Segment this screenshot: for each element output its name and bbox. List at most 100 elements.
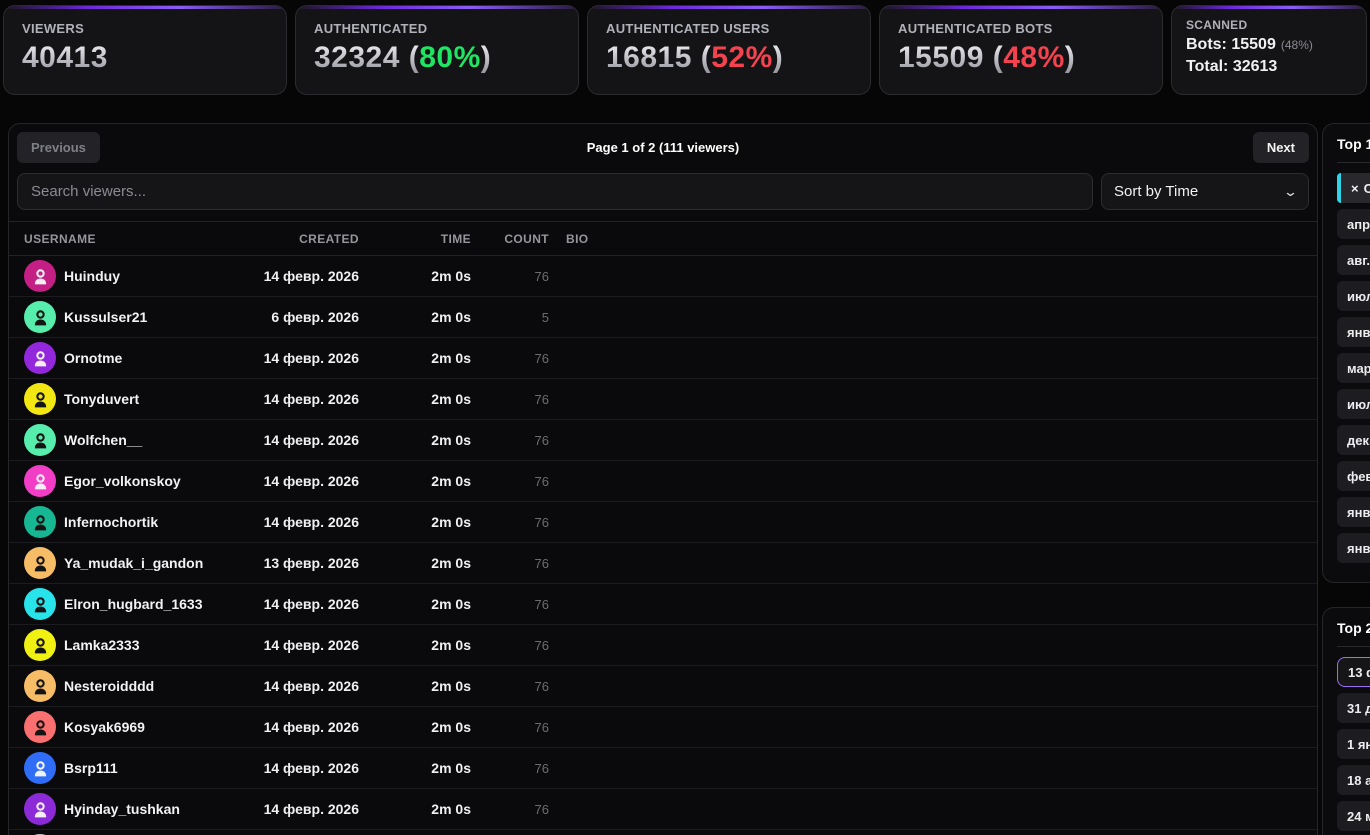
avatar: [24, 342, 56, 374]
time-cell: 2m 0s: [431, 309, 471, 325]
date-filter-item[interactable]: 18 ап: [1337, 765, 1370, 795]
table-row[interactable]: Ya_mudak_i_gandon 13 февр. 2026 2m 0s 76: [9, 543, 1317, 584]
person-icon: [31, 513, 50, 532]
stat-value: 16815 (52%): [606, 41, 852, 75]
table-row[interactable]: Tonyduvert 14 февр. 2026 2m 0s 76: [9, 379, 1317, 420]
username-cell: Lamka2333: [64, 637, 140, 653]
table-row[interactable]: Infernochortik 14 февр. 2026 2m 0s 76: [9, 502, 1317, 543]
stat-label: AUTHENTICATED BOTS: [898, 21, 1053, 36]
search-input[interactable]: [17, 173, 1093, 210]
table-row[interactable]: Elron_hugbard_1633 14 февр. 2026 2m 0s 7…: [9, 584, 1317, 625]
table-row[interactable]: Wolfchen__ 14 февр. 2026 2m 0s 76: [9, 420, 1317, 461]
date-filter-item[interactable]: янв.: [1337, 497, 1370, 527]
column-header-username: USERNAME: [24, 231, 96, 246]
time-cell: 2m 0s: [431, 391, 471, 407]
created-cell: 13 февр. 2026: [263, 555, 359, 571]
table-row[interactable]: [9, 830, 1317, 835]
stat-label: AUTHENTICATED USERS: [606, 21, 770, 36]
username-cell: Elron_hugbard_1633: [64, 596, 203, 612]
stat-label: VIEWERS: [22, 21, 85, 36]
date-filter-item-selected[interactable]: 13 фе: [1337, 657, 1370, 687]
date-filter-item[interactable]: авг. 2: [1337, 245, 1370, 275]
username-cell: Egor_volkonskoy: [64, 473, 181, 489]
table-row[interactable]: Kussulser21 6 февр. 2026 2m 0s 5: [9, 297, 1317, 338]
table-row[interactable]: Egor_volkonskoy 14 февр. 2026 2m 0s 76: [9, 461, 1317, 502]
date-filter-item[interactable]: дек.: [1337, 425, 1370, 455]
next-page-button[interactable]: Next: [1252, 132, 1309, 163]
table-row[interactable]: Bsrp111 14 февр. 2026 2m 0s 76: [9, 748, 1317, 789]
avatar-cell: [9, 793, 64, 825]
created-cell: 14 февр. 2026: [263, 760, 359, 776]
chevron-down-icon: ⌄: [1282, 183, 1299, 199]
top-dates-panel: Top 10 × Cl апр. авг. 2 июл. янв. март и…: [1322, 123, 1370, 583]
avatar: [24, 547, 56, 579]
avatar-cell: [9, 752, 64, 784]
person-icon: [31, 759, 50, 778]
time-cell: 2m 0s: [431, 760, 471, 776]
table-row[interactable]: Ornotme 14 февр. 2026 2m 0s 76: [9, 338, 1317, 379]
avatar-cell: [9, 547, 64, 579]
username-cell: Bsrp111: [64, 760, 118, 776]
date-filter-item[interactable]: 31 де: [1337, 693, 1370, 723]
time-cell: 2m 0s: [431, 350, 471, 366]
time-cell: 2m 0s: [431, 514, 471, 530]
avatar: [24, 752, 56, 784]
clear-filter-chip[interactable]: × Cl: [1337, 173, 1370, 203]
date-filter-item[interactable]: 1 янв: [1337, 729, 1370, 759]
stat-number: 40413: [22, 41, 108, 74]
date-filter-item[interactable]: февр.: [1337, 461, 1370, 491]
person-icon: [31, 349, 50, 368]
username-cell: Tonyduvert: [64, 391, 140, 407]
date-filter-item[interactable]: янв.: [1337, 533, 1370, 563]
username-cell: Nesteroidddd: [64, 678, 155, 694]
date-filter-item[interactable]: 24 ма: [1337, 801, 1370, 831]
scanned-bots-percent: (48%): [1280, 38, 1313, 52]
date-filter-item[interactable]: июл.: [1337, 389, 1370, 419]
divider: [1337, 646, 1370, 647]
avatar: [24, 301, 56, 333]
sort-select[interactable]: Sort by Time ⌄: [1101, 173, 1309, 210]
avatar-cell: [9, 588, 64, 620]
person-icon: [31, 636, 50, 655]
count-cell: 76: [534, 473, 549, 489]
stat-number: 15509 (: [898, 41, 1004, 74]
person-icon: [31, 595, 50, 614]
previous-page-button[interactable]: Previous: [17, 132, 100, 163]
scanned-total-line: Total: 32613: [1186, 58, 1278, 75]
top-dates-title: Top 10: [1337, 136, 1370, 152]
avatar: [24, 711, 56, 743]
date-filter-item[interactable]: март: [1337, 353, 1370, 383]
created-cell: 6 февр. 2026: [271, 309, 359, 325]
avatar-cell: [9, 301, 64, 333]
stat-number: 32324 (: [314, 41, 420, 74]
table-row[interactable]: Nesteroidddd 14 февр. 2026 2m 0s 76: [9, 666, 1317, 707]
time-cell: 2m 0s: [431, 268, 471, 284]
username-cell: Ornotme: [64, 350, 123, 366]
created-cell: 14 февр. 2026: [263, 596, 359, 612]
avatar-cell: [9, 465, 64, 497]
avatar: [24, 506, 56, 538]
username-cell: Wolfchen__: [64, 432, 143, 448]
top-dates-panel-2: Top 20 13 фе 31 де 1 янв 18 ап 24 ма: [1322, 607, 1370, 835]
created-cell: 14 февр. 2026: [263, 391, 359, 407]
person-icon: [31, 554, 50, 573]
table-row[interactable]: Kosyak6969 14 февр. 2026 2m 0s 76: [9, 707, 1317, 748]
username-cell: Kussulser21: [64, 309, 148, 325]
avatar: [24, 260, 56, 292]
sort-select-value: Sort by Time: [1114, 183, 1199, 200]
table-row[interactable]: Hyinday_tushkan 14 февр. 2026 2m 0s 76: [9, 789, 1317, 830]
date-filter-item[interactable]: апр.: [1337, 209, 1370, 239]
person-icon: [31, 472, 50, 491]
time-cell: 2m 0s: [431, 596, 471, 612]
stat-paren: ): [1064, 41, 1076, 74]
created-cell: 14 февр. 2026: [263, 350, 359, 366]
date-filter-item[interactable]: янв.: [1337, 317, 1370, 347]
count-cell: 76: [534, 760, 549, 776]
table-row[interactable]: Huinduy 14 февр. 2026 2m 0s 76: [9, 256, 1317, 297]
count-cell: 76: [534, 637, 549, 653]
stat-card: AUTHENTICATED BOTS 15509 (48%): [879, 5, 1163, 95]
created-cell: 14 февр. 2026: [263, 514, 359, 530]
stat-card: VIEWERS 40413: [3, 5, 287, 95]
date-filter-item[interactable]: июл.: [1337, 281, 1370, 311]
table-row[interactable]: Lamka2333 14 февр. 2026 2m 0s 76: [9, 625, 1317, 666]
